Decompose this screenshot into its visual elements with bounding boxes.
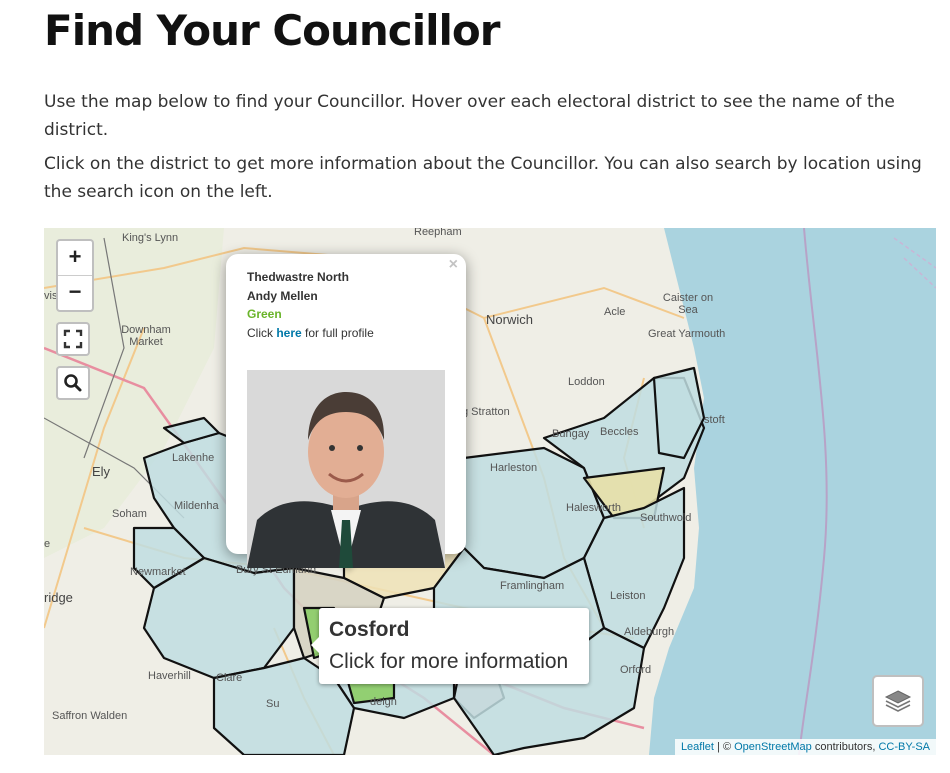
place-label: Bungay xyxy=(552,428,590,440)
place-label: Soham xyxy=(112,508,147,520)
tooltip-hint: Click for more information xyxy=(329,650,569,673)
place-label: e xyxy=(44,538,51,550)
tooltip-arrow xyxy=(311,636,320,654)
place-label: Framlingham xyxy=(500,580,565,592)
place-label: g Stratton xyxy=(462,406,510,418)
place-label: Lakenhe xyxy=(172,452,215,464)
place-label: Halesworth xyxy=(566,502,622,514)
place-label: Great Yarmouth xyxy=(648,328,726,340)
instructions-paragraph: Click on the district to get more inform… xyxy=(44,154,922,202)
district-tooltip: Cosford Click for more information xyxy=(311,608,589,684)
place-label: Orford xyxy=(620,664,652,676)
license-link[interactable]: CC-BY-SA xyxy=(878,741,930,753)
search-button[interactable] xyxy=(56,366,90,400)
place-label: Caister on Sea xyxy=(662,292,714,316)
intro-paragraph: Use the map below to find your Councillo… xyxy=(44,92,895,140)
zoom-out-button[interactable]: − xyxy=(58,276,92,310)
place-label: Beccles xyxy=(600,426,639,438)
place-label: Su xyxy=(266,698,280,710)
place-label: Aldeburgh xyxy=(624,626,675,638)
popup-click-suffix: for full profile xyxy=(305,325,374,340)
place-label: Newmarket xyxy=(130,566,186,578)
popup-district: Thedwastre North xyxy=(247,270,350,284)
popup-party: Green xyxy=(247,307,282,321)
layers-icon xyxy=(884,690,912,712)
place-label: Harleston xyxy=(490,462,538,474)
place-label: ridge xyxy=(44,590,73,605)
popup-content: Thedwastre North Andy Mellen Green Click… xyxy=(247,268,374,342)
fullscreen-icon xyxy=(63,329,83,349)
place-label: Clare xyxy=(216,672,243,684)
place-label: Norwich xyxy=(486,312,533,327)
popup-close-button[interactable]: × xyxy=(449,256,458,274)
popup-click-prefix: Click xyxy=(247,325,273,340)
place-label: Reepham xyxy=(414,228,462,238)
page-title: Find Your Councillor xyxy=(44,6,500,55)
councillor-photo xyxy=(247,370,445,568)
place-label: Southwold xyxy=(640,512,692,524)
layers-button[interactable] xyxy=(872,675,924,727)
popup-councillor: Andy Mellen xyxy=(247,288,318,303)
place-label: Leiston xyxy=(610,590,646,602)
search-icon xyxy=(64,374,82,392)
fullscreen-button[interactable] xyxy=(56,322,90,356)
tooltip-district: Cosford xyxy=(329,618,410,641)
place-label: stoft xyxy=(704,414,725,426)
osm-link[interactable]: OpenStreetMap xyxy=(734,741,812,753)
councillor-map[interactable]: King's Lynn Reepham Downham Market Norwi… xyxy=(44,228,936,755)
attribution-separator: | © xyxy=(717,741,732,753)
place-label: Acle xyxy=(604,306,626,318)
attribution-contributors: contributors, xyxy=(814,741,876,753)
place-label: Saffron Walden xyxy=(52,710,128,722)
popup-profile-line: Click here for full profile xyxy=(247,324,374,343)
place-label: Loddon xyxy=(568,376,605,388)
zoom-control: + − xyxy=(56,239,94,312)
place-label: Downham Market xyxy=(121,324,171,348)
place-label: Mildenha xyxy=(174,500,219,512)
page: Find Your Councillor Use the map below t… xyxy=(0,0,950,773)
councillor-popup: × Thedwastre North Andy Mellen Green Cli… xyxy=(226,254,466,569)
place-label: Ely xyxy=(92,464,111,479)
leaflet-link[interactable]: Leaflet xyxy=(681,741,714,753)
place-label: Haverhill xyxy=(148,670,191,682)
zoom-in-button[interactable]: + xyxy=(58,241,92,276)
map-attribution: Leaflet | © OpenStreetMap contributors, … xyxy=(674,739,936,755)
popup-profile-link[interactable]: here xyxy=(276,326,301,340)
place-label: King's Lynn xyxy=(122,232,179,244)
place-label: deign xyxy=(370,696,397,708)
